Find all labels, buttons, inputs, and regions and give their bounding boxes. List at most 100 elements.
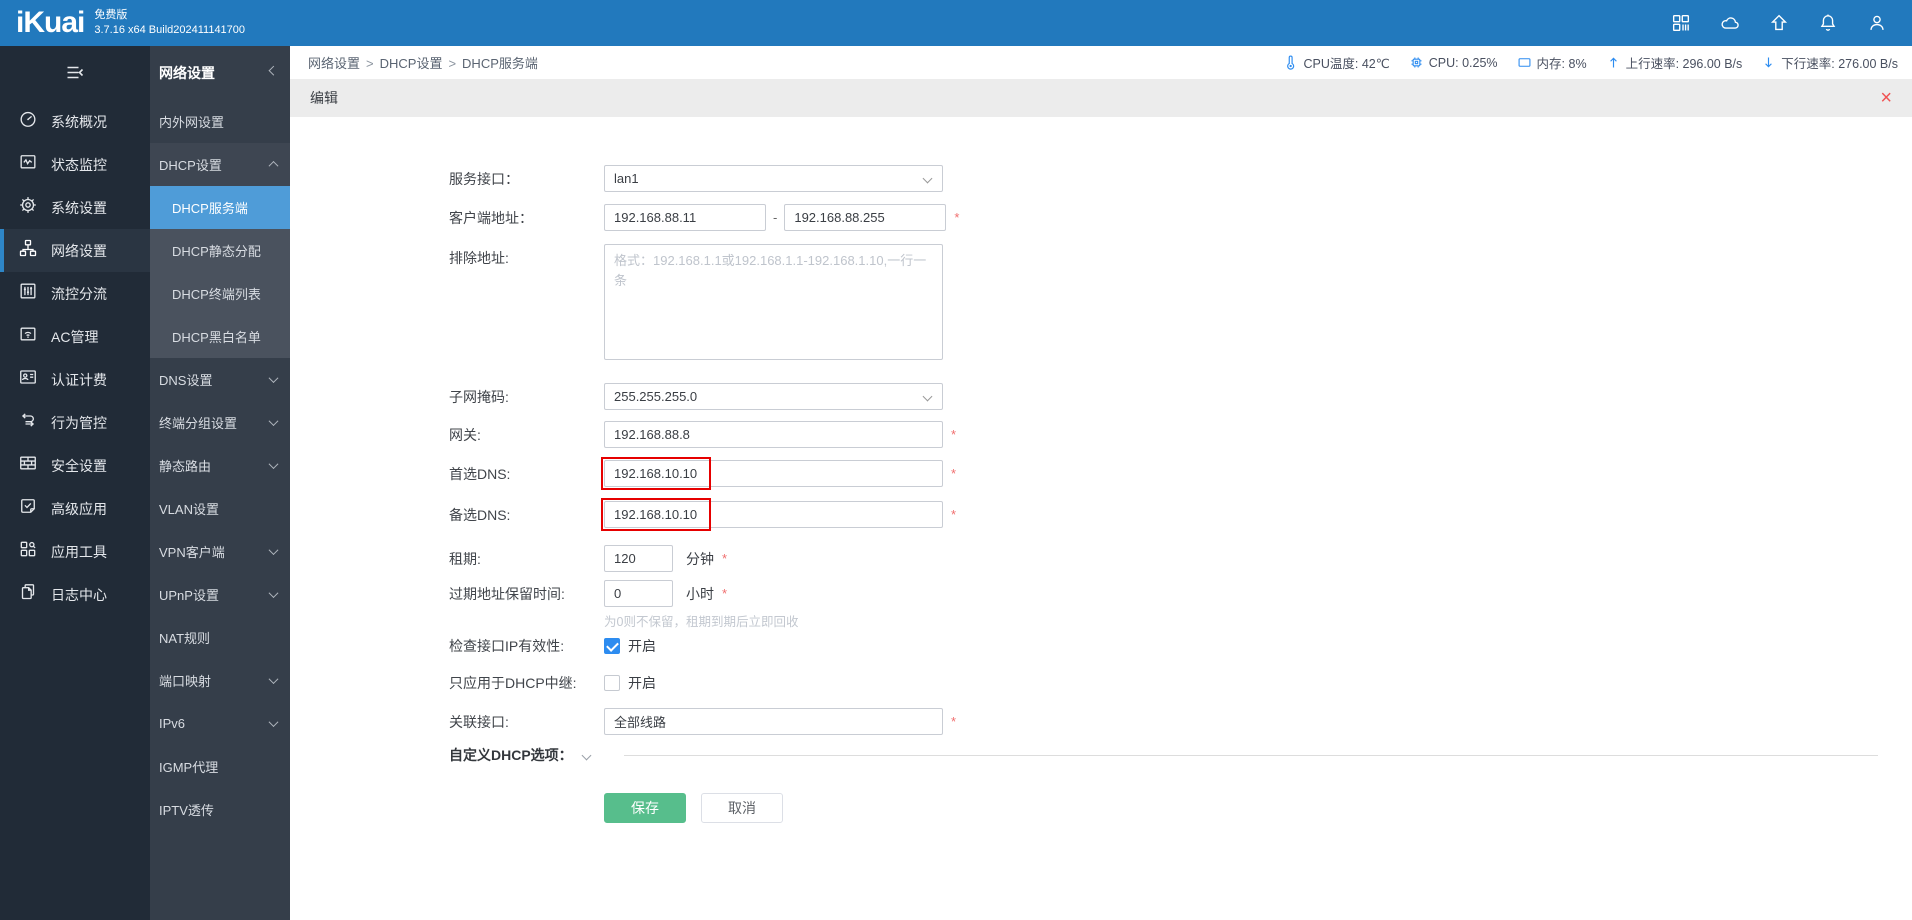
breadcrumb-status-bar: 网络设置 > DHCP设置 > DHCP服务端 CPU温度: 42℃ CPU: 0.25… [290,46,1912,79]
cpu-usage-status: CPU: 0.25% [1409,55,1498,70]
sidebar-item-advanced-apps[interactable]: 高级应用 [0,487,150,530]
panel-title: 编辑 [310,90,338,106]
expire-keep-input[interactable] [604,580,673,607]
sidebar-item-label: 应用工具 [51,543,107,560]
logs-icon [18,582,38,607]
client-range-start-input[interactable] [604,204,766,231]
submenu-title: 网络设置 [159,65,215,81]
chevron-down-icon [922,391,933,402]
monitor-icon [18,152,38,177]
secondary-dns-row: 备选DNS: * [449,498,1912,531]
sidebar-item-label: 状态监控 [51,156,107,173]
breadcrumb-part: DHCP设置 [379,56,443,71]
sidebar-item-behavior-control[interactable]: 行为管控 [0,401,150,444]
submenu-item-vlan[interactable]: VLAN设置 [150,487,290,530]
arrow-down-icon [1761,55,1776,70]
exclude-address-row: 排除地址: [449,244,1912,360]
submenu-item-dhcp-server[interactable]: DHCP服务端 [150,186,290,229]
required-asterisk: * [951,466,957,481]
ikuai-logo: iKuai [16,6,85,39]
sidebar-item-network-settings[interactable]: 网络设置 [0,229,150,272]
sidebar-item-label: 安全设置 [51,457,107,474]
required-asterisk: * [951,507,957,522]
field-label: 网关: [449,426,481,443]
sidebar-item-system-settings[interactable]: 系统设置 [0,186,150,229]
submenu-group-port-mapping[interactable]: 端口映射 [150,659,290,702]
lease-input[interactable] [604,545,673,572]
check-ip-row: 检查接口IP有效性: 开启 [449,638,1912,654]
submenu-group-vpn-client[interactable]: VPN客户端 [150,530,290,573]
network-icon [18,238,38,263]
chevron-down-icon [268,459,279,470]
primary-dns-input[interactable] [604,460,943,487]
lease-row: 租期: 分钟 * [449,545,1912,572]
unit-label: 分钟 [686,550,714,567]
cloud-icon[interactable] [1719,12,1741,34]
collapse-submenu-icon[interactable] [268,65,279,76]
sliders-icon [18,281,38,306]
check-ip-checkbox[interactable] [604,638,620,654]
sidebar-item-flow-control[interactable]: 流控分流 [0,272,150,315]
submenu-group-dhcp[interactable]: DHCP设置 [150,143,290,186]
gateway-row: 网关: * [449,421,1912,448]
submenu-group-dns[interactable]: DNS设置 [150,358,290,401]
client-range-row: 客户端地址： - * [449,204,1912,231]
submenu-group-ipv6[interactable]: IPv6 [150,702,290,745]
exclude-address-textarea[interactable] [604,244,943,360]
arrow-up-home-icon[interactable] [1768,12,1790,34]
chevron-down-icon [922,173,933,184]
thermometer-icon [1283,55,1298,70]
client-range-end-input[interactable] [784,204,947,231]
submenu-item-dhcp-static[interactable]: DHCP静态分配 [150,229,290,272]
unit-label: 小时 [686,585,714,602]
sidebar-item-auth-billing[interactable]: 认证计费 [0,358,150,401]
collapse-menu-icon[interactable] [0,46,150,100]
sidebar-item-security-settings[interactable]: 安全设置 [0,444,150,487]
system-status-bar: CPU温度: 42℃ CPU: 0.25% 内存: 8% 上行速率: 296.0… [1283,53,1898,72]
dhcp-edit-form: 服务接口： lan1 客户端地址： - * 排除地址: 子网掩码: [290,117,1912,823]
submenu-group-static-route[interactable]: 静态路由 [150,444,290,487]
sidebar-item-ac-management[interactable]: AC管理 [0,315,150,358]
chevron-down-icon [268,545,279,556]
gateway-input[interactable] [604,421,943,448]
sidebar-item-status-monitor[interactable]: 状态监控 [0,143,150,186]
submenu-group-upnp[interactable]: UPnP设置 [150,573,290,616]
submenu-panel: 网络设置 内外网设置 DHCP设置 DHCP服务端 DHCP静态分配 DHCP终… [150,46,290,920]
cancel-button[interactable]: 取消 [701,793,783,823]
secondary-dns-input[interactable] [604,501,943,528]
relay-only-checkbox[interactable] [604,675,620,691]
chevron-down-icon[interactable] [581,750,592,760]
close-icon[interactable]: × [1880,88,1892,108]
sidebar-item-app-tools[interactable]: 应用工具 [0,530,150,573]
required-asterisk: * [951,427,957,442]
submenu-group-terminal-group[interactable]: 终端分组设置 [150,401,290,444]
divider-line [623,754,1878,756]
sidebar-item-label: 认证计费 [51,371,107,388]
bell-icon[interactable] [1817,12,1839,34]
save-button[interactable]: 保存 [604,793,686,823]
sidebar-item-label: 行为管控 [51,414,107,431]
sidebar-item-system-overview[interactable]: 系统概况 [0,100,150,143]
submenu-item-dhcp-clients[interactable]: DHCP终端列表 [150,272,290,315]
version-label: 3.7.16 x64 Build202411141700 [94,24,246,36]
service-interface-select[interactable]: lan1 [604,165,943,192]
chevron-up-icon [268,160,279,171]
bind-interface-input[interactable] [604,708,943,735]
submenu-item-nat-rules[interactable]: NAT规则 [150,616,290,659]
submenu-item-igmp-proxy[interactable]: IGMP代理 [150,745,290,788]
submenu-item-dhcp-blackwhite[interactable]: DHCP黑白名单 [150,315,290,358]
topbar-icons [1670,12,1888,34]
field-label: 租期: [449,550,481,567]
field-label: 子网掩码: [449,388,509,405]
apps-icon[interactable] [1670,12,1692,34]
submenu-item-wan-lan[interactable]: 内外网设置 [150,100,290,143]
doc-check-icon [18,496,38,521]
user-icon[interactable] [1866,12,1888,34]
range-separator: - [773,210,778,225]
version-block: 免费版 3.7.16 x64 Build202411141700 [94,8,245,38]
checkbox-label: 开启 [628,638,656,654]
sidebar-item-log-center[interactable]: 日志中心 [0,573,150,616]
submenu-item-iptv[interactable]: IPTV透传 [150,788,290,831]
cpu-chip-icon [1409,55,1424,70]
netmask-select[interactable]: 255.255.255.0 [604,383,943,410]
